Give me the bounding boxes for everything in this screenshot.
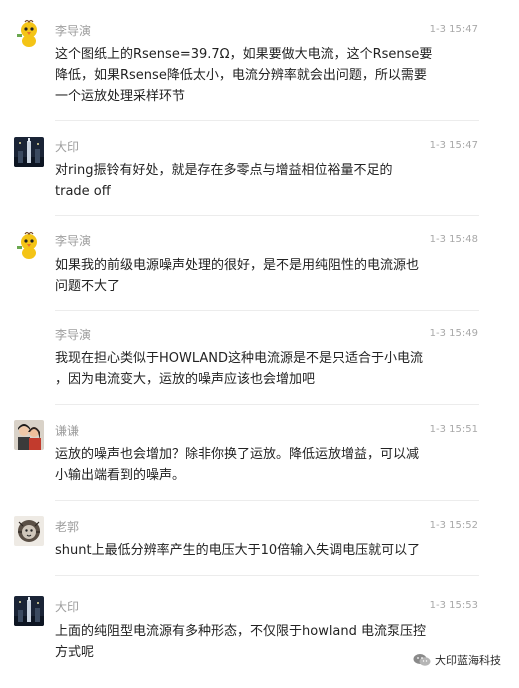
comment-author[interactable]: 李导演 xyxy=(55,234,91,248)
comment-timestamp: 1-3 15:47 xyxy=(429,140,478,151)
comment-thread: 李导演 1-3 15:47 这个图纸上的Rsense=39.7Ω，如果要做大电流… xyxy=(0,0,519,688)
comment-text: 如果我的前级电源噪声处理的很好，是不是用纯阻性的电流源也 问题不大了 xyxy=(55,255,419,297)
comment-timestamp: 1-3 15:51 xyxy=(429,424,478,435)
comment-line: 对ring振铃有好处，就是存在多零点与增益相位裕量不足的 xyxy=(55,163,393,178)
comment-text: 对ring振铃有好处，就是存在多零点与增益相位裕量不足的 trade off xyxy=(55,160,392,202)
comment-line: 上面的纯阻型电流源有多种形态，不仅限于howland 电流泵压控 xyxy=(55,624,427,639)
comment-text: 上面的纯阻型电流源有多种形态，不仅限于howland 电流泵压控 方式呢 xyxy=(55,621,426,663)
comment-timestamp: 1-3 15:48 xyxy=(429,234,478,245)
couple-photo-avatar-icon[interactable] xyxy=(14,420,44,450)
comment-timestamp: 1-3 15:53 xyxy=(429,600,478,611)
wechat-account-icon xyxy=(413,654,431,666)
comment-line: 一个运放处理采样环节 xyxy=(55,89,186,104)
comment-author[interactable]: 老郭 xyxy=(55,520,79,534)
comment-line: 问题不大了 xyxy=(55,279,121,294)
comment-line: 方式呢 xyxy=(55,645,95,660)
comment-line: shunt上最低分辨率产生的电压大于10倍输入失调电压就可以了 xyxy=(55,543,421,558)
comment-author[interactable]: 大印 xyxy=(55,140,79,154)
divider xyxy=(55,215,479,216)
comment-text: 运放的噪声也会增加？除非你换了运放。降低运放增益，可以减 小输出端看到的噪声。 xyxy=(55,444,419,486)
divider xyxy=(55,500,479,501)
comment-author[interactable]: 李导演 xyxy=(55,24,91,38)
city-tower-avatar-icon[interactable] xyxy=(14,596,44,626)
yellow-chick-avatar-icon[interactable] xyxy=(14,18,44,48)
comment-line: 降低，如果Rsense降低太小，电流分辨率就会出问题，所以需要 xyxy=(55,68,427,83)
comment-line: 我现在担心类似于HOWLAND这种电流源是不是只适合于小电流 xyxy=(55,351,424,366)
comment-timestamp: 1-3 15:52 xyxy=(429,520,478,531)
divider xyxy=(55,575,479,576)
comment-line: 如果我的前级电源噪声处理的很好，是不是用纯阻性的电流源也 xyxy=(55,258,420,273)
divider xyxy=(55,310,479,311)
comment-text: 这个图纸上的Rsense=39.7Ω，如果要做大电流，这个Rsense要 降低，… xyxy=(55,44,432,107)
comment-author[interactable]: 谦谦 xyxy=(55,424,79,438)
comment-text: shunt上最低分辨率产生的电压大于10倍输入失调电压就可以了 xyxy=(55,540,420,561)
city-tower-avatar-icon[interactable] xyxy=(14,137,44,167)
divider xyxy=(55,120,479,121)
watermark-label: 大印蓝海科技 xyxy=(435,654,501,667)
divider xyxy=(55,404,479,405)
comment-timestamp: 1-3 15:49 xyxy=(429,328,478,339)
comment-line: 运放的噪声也会增加？除非你换了运放。降低运放增益，可以减 xyxy=(55,447,420,462)
comment-author[interactable]: 大印 xyxy=(55,600,79,614)
comment-line: 小输出端看到的噪声。 xyxy=(55,468,186,483)
comment-timestamp: 1-3 15:47 xyxy=(429,24,478,35)
comment-author[interactable]: 李导演 xyxy=(55,328,91,342)
account-watermark: 大印蓝海科技 xyxy=(413,652,501,668)
comment-line: ，因为电流变大，运放的噪声应该也会增加吧 xyxy=(55,372,316,387)
comment-text: 我现在担心类似于HOWLAND这种电流源是不是只适合于小电流 ，因为电流变大，运… xyxy=(55,348,423,390)
comment-line: trade off xyxy=(55,184,111,199)
yellow-chick-avatar-icon[interactable] xyxy=(14,230,44,260)
comment-line: 这个图纸上的Rsense=39.7Ω，如果要做大电流，这个Rsense要 xyxy=(55,47,433,62)
lion-sketch-avatar-icon[interactable] xyxy=(14,516,44,546)
